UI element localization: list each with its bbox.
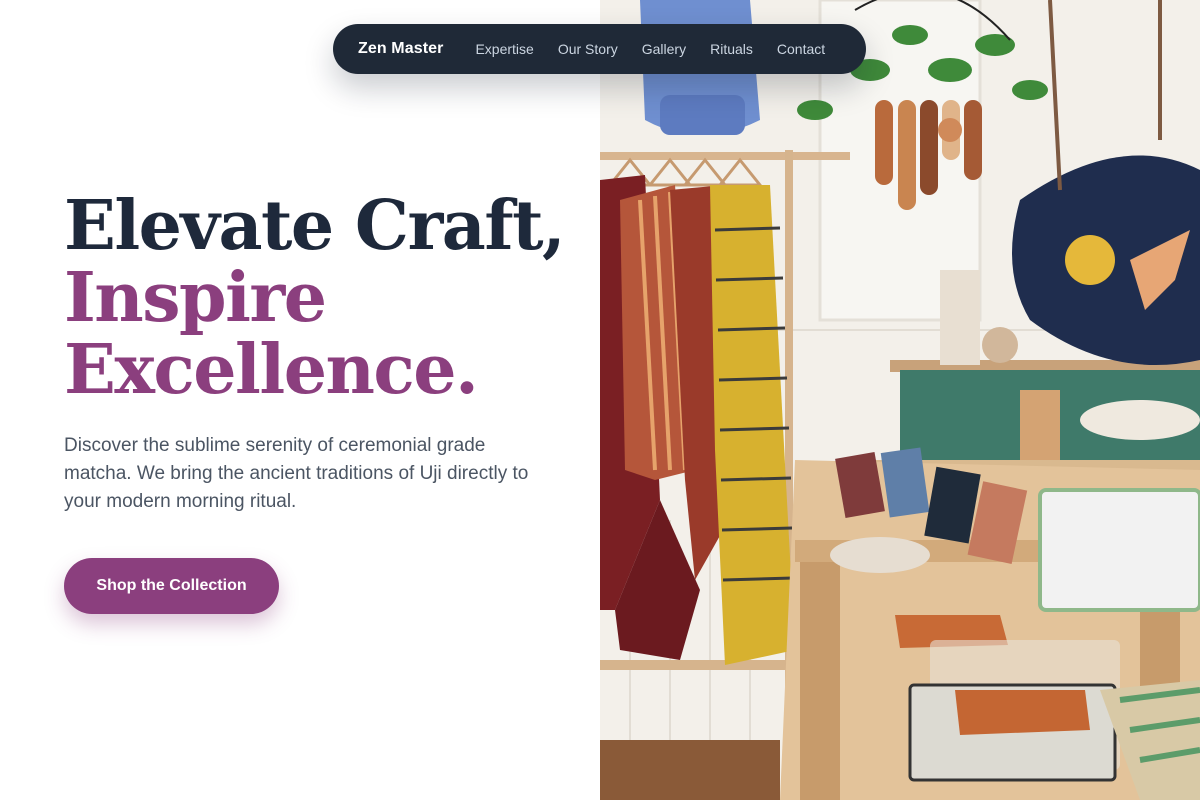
top-navigation: Zen Master Expertise Our Story Gallery R…: [333, 24, 866, 74]
nav-link-rituals[interactable]: Rituals: [710, 41, 753, 57]
hero-subcopy: Discover the sublime serenity of ceremon…: [64, 435, 529, 512]
nav-link-expertise[interactable]: Expertise: [475, 41, 533, 57]
nav-link-our-story[interactable]: Our Story: [558, 41, 618, 57]
headline-line-1: Elevate Craft,: [64, 186, 566, 266]
hero-section: Elevate Craft, Inspire Excellence. Disco…: [64, 190, 584, 614]
boutique-interior-illustration: [600, 0, 1200, 800]
brand-logo[interactable]: Zen Master: [358, 40, 443, 58]
hero-image: [600, 0, 1200, 800]
headline-line-2: Inspire: [64, 258, 327, 338]
hero-headline: Elevate Craft, Inspire Excellence.: [64, 190, 584, 406]
nav-link-gallery[interactable]: Gallery: [642, 41, 686, 57]
nav-link-contact[interactable]: Contact: [777, 41, 825, 57]
headline-line-3: Excellence.: [64, 330, 479, 410]
shop-collection-button[interactable]: Shop the Collection: [64, 558, 279, 614]
